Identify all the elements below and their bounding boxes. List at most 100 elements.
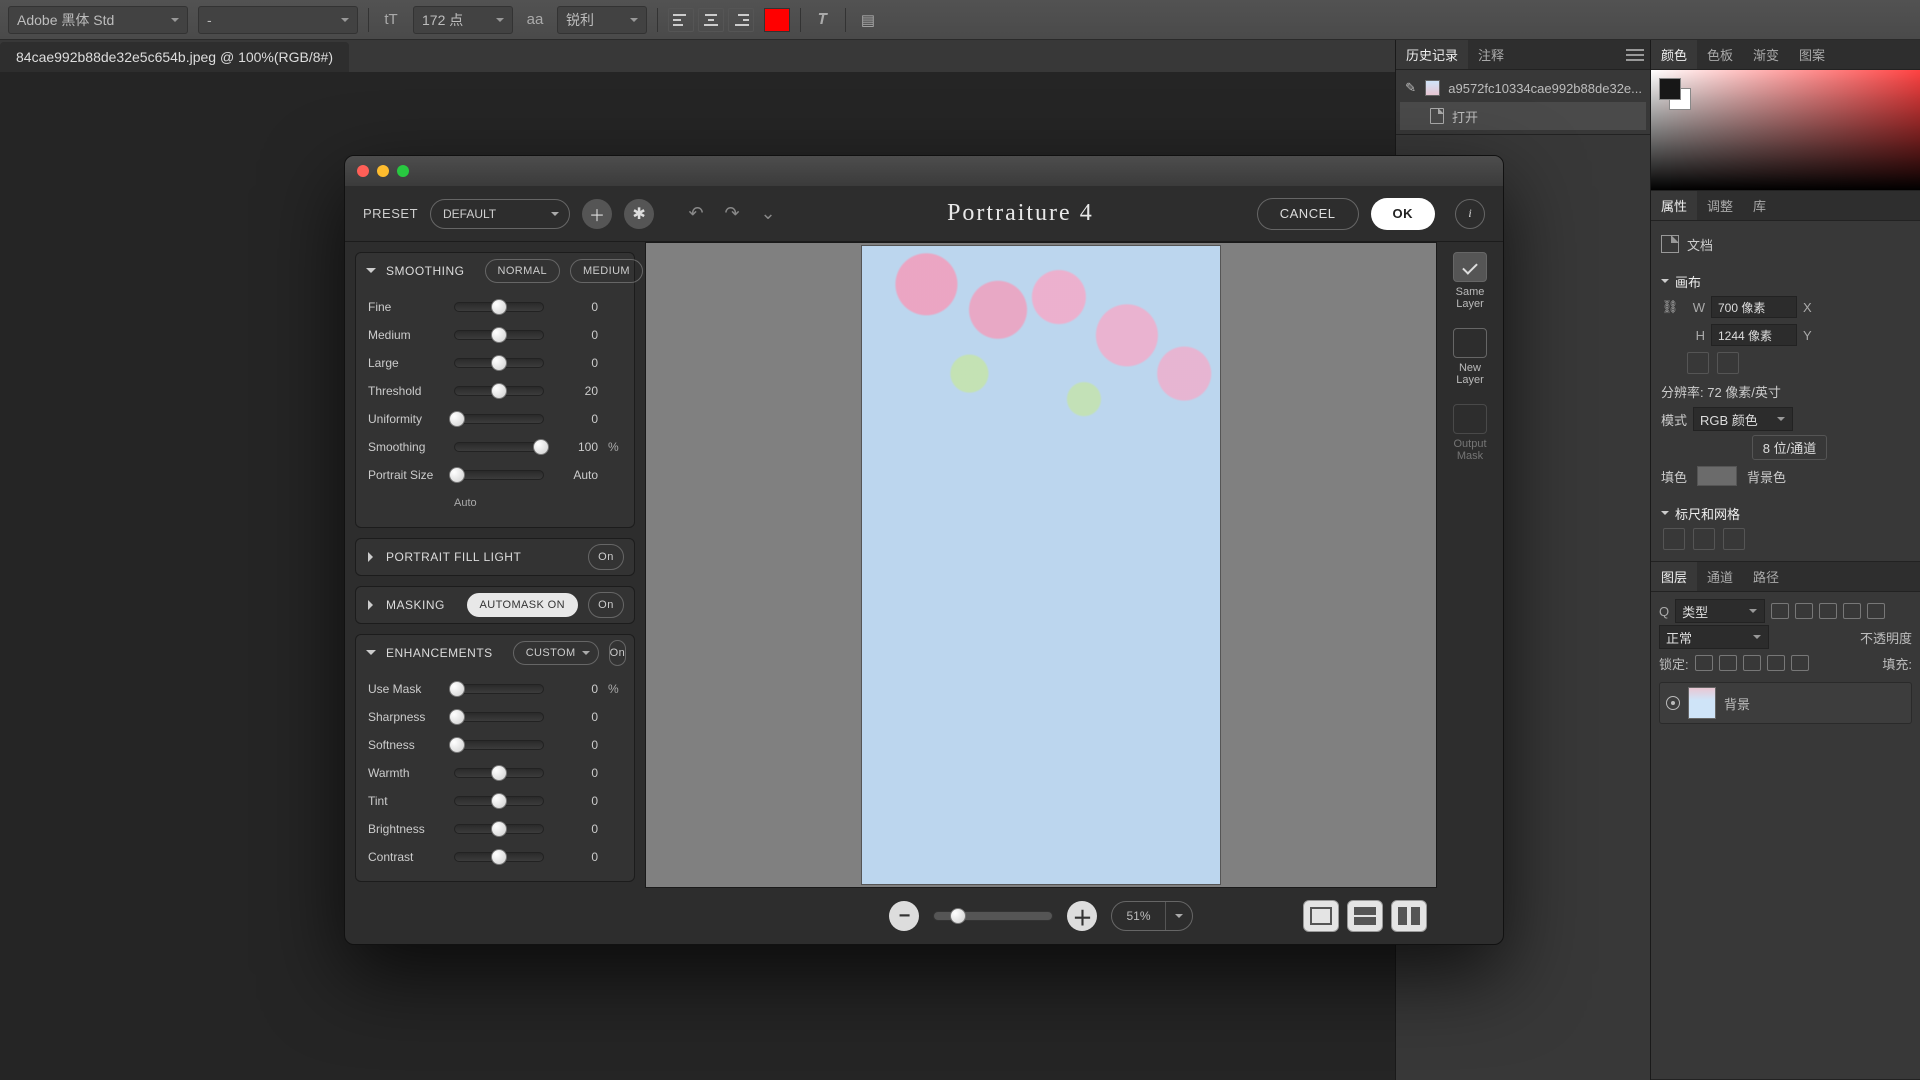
font-style-select[interactable]: - (198, 6, 358, 34)
tab-gradients[interactable]: 渐变 (1743, 40, 1789, 69)
zoom-in-button[interactable]: ＋ (1067, 901, 1097, 931)
add-preset-button[interactable]: ＋ (582, 199, 612, 229)
preset-select[interactable]: DEFAULT (430, 199, 570, 229)
lock-trans-icon[interactable] (1695, 655, 1713, 671)
color-picker[interactable] (1651, 70, 1920, 190)
collapse-icon[interactable] (366, 650, 376, 660)
preview-viewport[interactable] (645, 242, 1437, 888)
tab-swatches[interactable]: 色板 (1697, 40, 1743, 69)
canvas-width-input[interactable] (1711, 296, 1797, 318)
chevron-down-icon[interactable] (1166, 912, 1192, 920)
fill-swatch[interactable] (1697, 466, 1737, 486)
slider-track[interactable] (454, 442, 544, 452)
lock-paint-icon[interactable] (1719, 655, 1737, 671)
tab-adjustments[interactable]: 调整 (1697, 191, 1743, 220)
filter-smart-icon[interactable] (1867, 603, 1885, 619)
tab-paths[interactable]: 路径 (1743, 562, 1789, 591)
undo-button[interactable]: ↶ (680, 201, 712, 227)
slider-track[interactable] (454, 768, 544, 778)
antialias-select[interactable]: 锐利 (557, 6, 647, 34)
orientation-landscape-icon[interactable] (1717, 352, 1739, 374)
layer-row[interactable]: 背景 (1659, 682, 1912, 724)
expand-icon[interactable] (368, 552, 378, 562)
align-center-button[interactable] (698, 8, 724, 32)
slider-track[interactable] (454, 330, 544, 340)
history-dropdown[interactable]: ⌄ (752, 201, 784, 227)
canvas-height-input[interactable] (1711, 324, 1797, 346)
history-row[interactable]: 打开 (1400, 102, 1646, 130)
panel-menu-icon[interactable] (1626, 49, 1644, 61)
font-size-select[interactable]: 172 点 (413, 6, 513, 34)
zoom-out-button[interactable]: − (889, 901, 919, 931)
zoom-slider[interactable] (933, 911, 1053, 921)
grid-icon[interactable] (1693, 528, 1715, 550)
lock-all-icon[interactable] (1791, 655, 1809, 671)
tab-libraries[interactable]: 库 (1743, 191, 1776, 220)
lock-nest-icon[interactable] (1767, 655, 1785, 671)
filter-pixel-icon[interactable] (1771, 603, 1789, 619)
tab-history[interactable]: 历史记录 (1396, 40, 1468, 69)
output-new-layer-button[interactable] (1453, 328, 1487, 358)
section-canvas[interactable]: 画布 (1675, 272, 1701, 291)
slider-track[interactable] (454, 470, 544, 480)
window-minimize-icon[interactable] (377, 165, 389, 177)
ok-button[interactable]: OK (1371, 198, 1436, 230)
output-mask-button[interactable] (1453, 404, 1487, 434)
visibility-icon[interactable] (1666, 696, 1680, 710)
redo-button[interactable]: ↷ (716, 201, 748, 227)
masking-toggle[interactable]: On (588, 592, 624, 618)
automask-button[interactable]: AUTOMASK ON (467, 593, 579, 617)
fill-light-toggle[interactable]: On (588, 544, 624, 570)
filter-adjust-icon[interactable] (1795, 603, 1813, 619)
tab-color[interactable]: 颜色 (1651, 40, 1697, 69)
history-snapshot-row[interactable]: ✎ a9572fc10334cae992b88de32e... (1400, 74, 1646, 102)
slider-track[interactable] (454, 684, 544, 694)
smoothing-mode-medium[interactable]: MEDIUM (570, 259, 643, 283)
tab-patterns[interactable]: 图案 (1789, 40, 1835, 69)
char-panel-icon[interactable]: ▤ (856, 8, 880, 32)
link-icon[interactable]: ⛓ (1661, 299, 1679, 315)
document-tab[interactable]: 84cae992b88de32e5c654b.jpeg @ 100%(RGB/8… (0, 42, 349, 72)
view-single-button[interactable] (1303, 900, 1339, 932)
slider-track[interactable] (454, 852, 544, 862)
ruler-icon[interactable] (1663, 528, 1685, 550)
align-left-button[interactable] (668, 8, 694, 32)
enhancements-toggle[interactable]: On (609, 640, 627, 666)
view-split-horizontal-button[interactable] (1347, 900, 1383, 932)
slider-track[interactable] (454, 386, 544, 396)
guides-icon[interactable] (1723, 528, 1745, 550)
filter-text-icon[interactable] (1819, 603, 1837, 619)
lock-pos-icon[interactable] (1743, 655, 1761, 671)
color-mode-select[interactable]: RGB 颜色 (1693, 407, 1793, 431)
enhancements-preset-select[interactable]: CUSTOM (513, 641, 599, 665)
output-same-layer-button[interactable] (1453, 252, 1487, 282)
slider-track[interactable] (454, 796, 544, 806)
section-rulers[interactable]: 标尺和网格 (1675, 504, 1740, 523)
view-split-vertical-button[interactable] (1391, 900, 1427, 932)
window-close-icon[interactable] (357, 165, 369, 177)
tab-channels[interactable]: 通道 (1697, 562, 1743, 591)
info-button[interactable]: i (1455, 199, 1485, 229)
tab-notes[interactable]: 注释 (1468, 40, 1514, 69)
expand-icon[interactable] (368, 600, 378, 610)
orientation-portrait-icon[interactable] (1687, 352, 1709, 374)
bit-depth[interactable]: 8 位/通道 (1752, 435, 1827, 460)
slider-track[interactable] (454, 740, 544, 750)
cancel-button[interactable]: CANCEL (1257, 198, 1359, 230)
text-color-swatch[interactable] (764, 8, 790, 32)
blend-mode-select[interactable]: 正常 (1659, 625, 1769, 649)
tab-layers[interactable]: 图层 (1651, 562, 1697, 591)
window-maximize-icon[interactable] (397, 165, 409, 177)
warp-text-icon[interactable]: 𝑻 (811, 8, 835, 32)
slider-track[interactable] (454, 712, 544, 722)
layer-filter-select[interactable]: 类型 (1675, 599, 1765, 623)
tab-properties[interactable]: 属性 (1651, 191, 1697, 220)
collapse-icon[interactable] (366, 268, 376, 278)
slider-track[interactable] (454, 824, 544, 834)
zoom-value[interactable]: 51% (1111, 901, 1192, 931)
slider-track[interactable] (454, 414, 544, 424)
smoothing-mode-normal[interactable]: NORMAL (485, 259, 560, 283)
align-right-button[interactable] (728, 8, 754, 32)
slider-track[interactable] (454, 302, 544, 312)
font-family-select[interactable]: Adobe 黑体 Std (8, 6, 188, 34)
